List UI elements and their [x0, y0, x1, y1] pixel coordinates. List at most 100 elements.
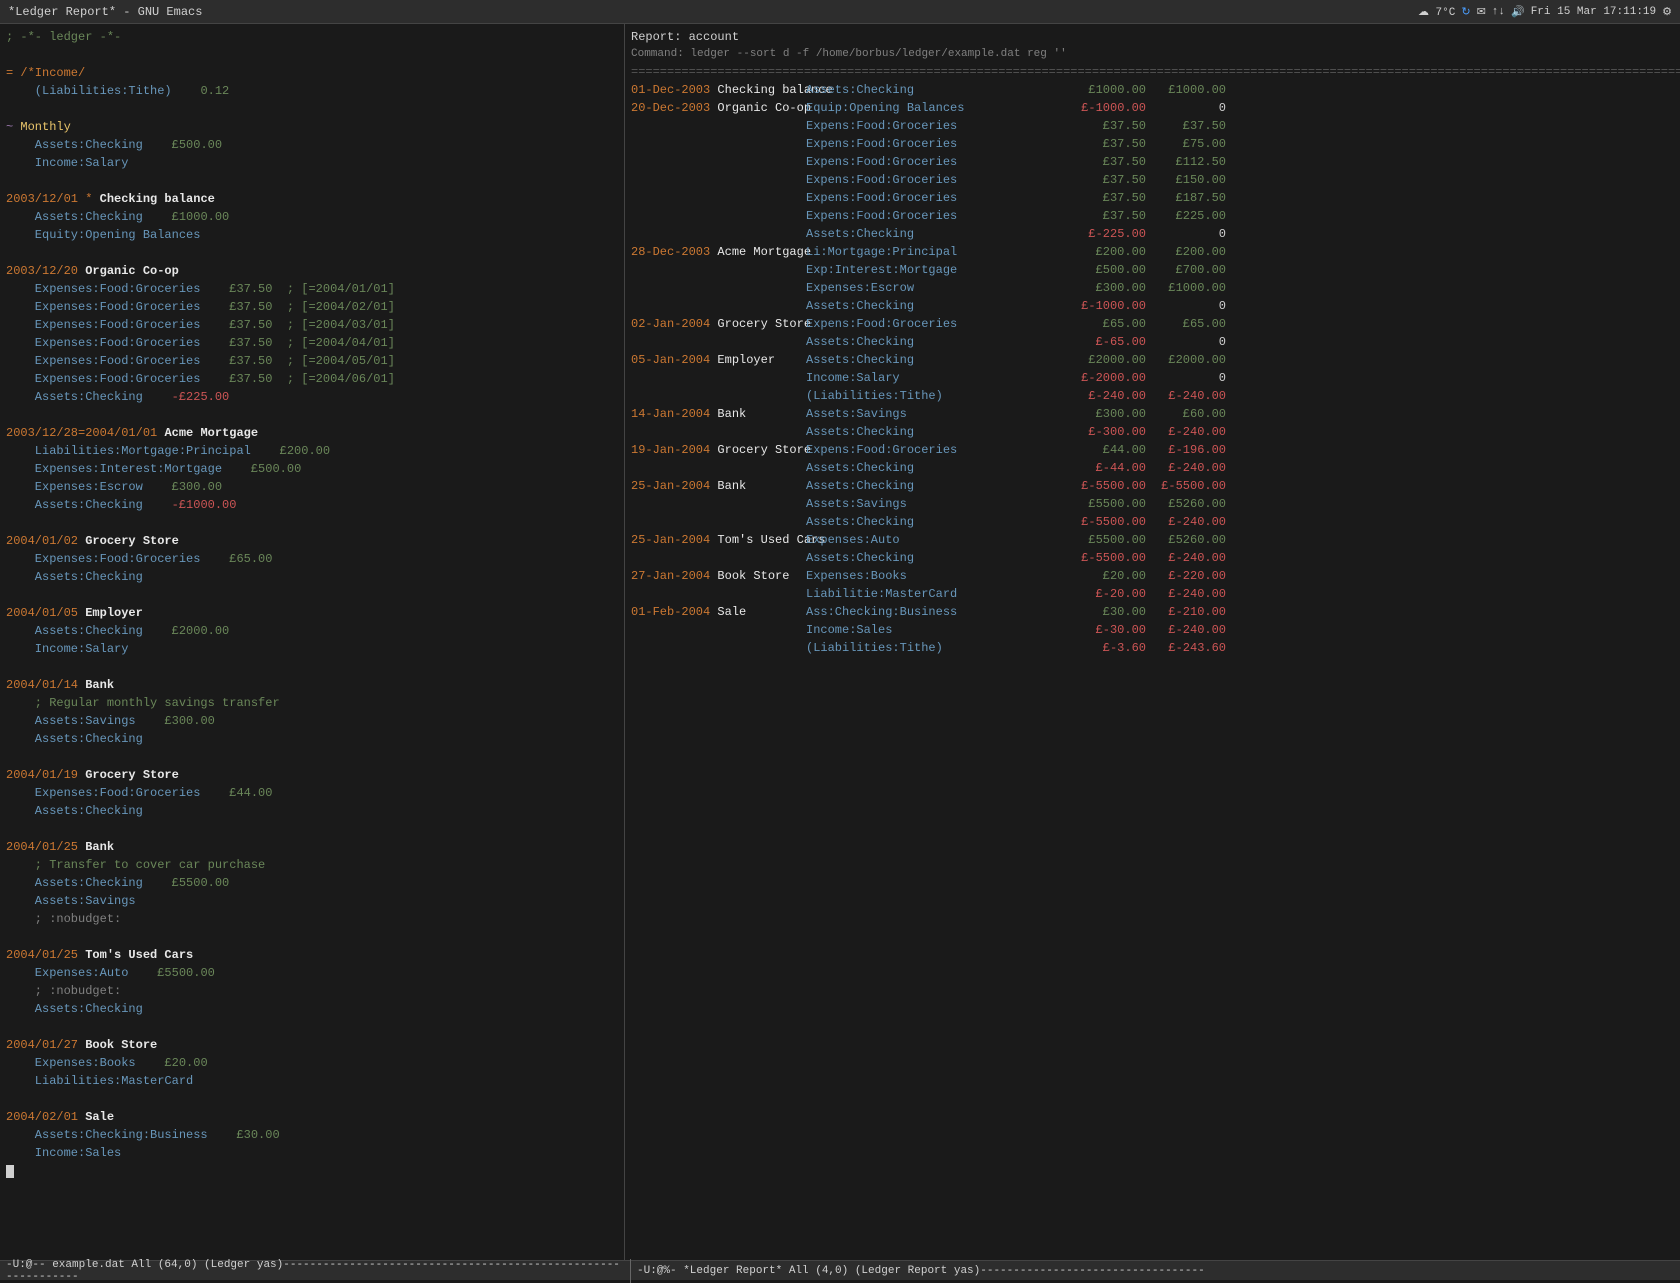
- left-line: 2004/01/27 Book Store: [6, 1036, 618, 1054]
- left-line: [6, 244, 618, 262]
- report-entry-row: Liabilitie:MasterCard£-20.00£-240.00: [631, 585, 1674, 603]
- left-line: [6, 748, 618, 766]
- left-line: Income:Sales: [6, 1144, 618, 1162]
- left-line: Assets:Checking -£225.00: [6, 388, 618, 406]
- left-line: Expenses:Food:Groceries £37.50 ; [=2004/…: [6, 352, 618, 370]
- left-line: Expenses:Interest:Mortgage £500.00: [6, 460, 618, 478]
- left-line: [6, 46, 618, 64]
- left-line: [6, 928, 618, 946]
- report-entry-row: Assets:Checking£-1000.000: [631, 297, 1674, 315]
- report-entry-row: 01-Dec-2003 Checking balanceAssets:Check…: [631, 81, 1674, 99]
- left-line: Assets:Checking £2000.00: [6, 622, 618, 640]
- left-line: 2004/02/01 Sale: [6, 1108, 618, 1126]
- left-line: ; :nobudget:: [6, 910, 618, 928]
- left-line: [6, 172, 618, 190]
- report-entry-row: 25-Jan-2004 Tom's Used CarsExpenses:Auto…: [631, 531, 1674, 549]
- left-line: ; :nobudget:: [6, 982, 618, 1000]
- left-line: Assets:Checking: [6, 568, 618, 586]
- left-line: Assets:Checking: [6, 1000, 618, 1018]
- left-line: Expenses:Food:Groceries £65.00: [6, 550, 618, 568]
- report-entry-row: 01-Feb-2004 SaleAss:Checking:Business£30…: [631, 603, 1674, 621]
- datetime: Fri 15 Mar 17:11:19: [1531, 6, 1656, 18]
- report-entry-row: Income:Sales£-30.00£-240.00: [631, 621, 1674, 639]
- left-line: 2003/12/20 Organic Co-op: [6, 262, 618, 280]
- report-entry-row: 05-Jan-2004 EmployerAssets:Checking£2000…: [631, 351, 1674, 369]
- report-entry-row: Expens:Food:Groceries£37.50£187.50: [631, 189, 1674, 207]
- report-entry-row: 02-Jan-2004 Grocery StoreExpens:Food:Gro…: [631, 315, 1674, 333]
- left-line: ; -*- ledger -*-: [6, 28, 618, 46]
- report-entry-row: 19-Jan-2004 Grocery StoreExpens:Food:Gro…: [631, 441, 1674, 459]
- left-line: Assets:Checking: [6, 802, 618, 820]
- left-line: (Liabilities:Tithe) 0.12: [6, 82, 618, 100]
- left-line: Assets:Checking -£1000.00: [6, 496, 618, 514]
- left-line: Expenses:Food:Groceries £37.50 ; [=2004/…: [6, 280, 618, 298]
- report-entry-row: 25-Jan-2004 BankAssets:Checking£-5500.00…: [631, 477, 1674, 495]
- left-line: 2004/01/05 Employer: [6, 604, 618, 622]
- settings-icon[interactable]: ⚙: [1662, 5, 1672, 19]
- report-entry-row: (Liabilities:Tithe)£-240.00£-240.00: [631, 387, 1674, 405]
- report-entry-row: 14-Jan-2004 BankAssets:Savings£300.00£60…: [631, 405, 1674, 423]
- left-line: ; Transfer to cover car purchase: [6, 856, 618, 874]
- left-line: 2004/01/02 Grocery Store: [6, 532, 618, 550]
- left-line: [6, 514, 618, 532]
- report-entry-row: Expenses:Escrow£300.00£1000.00: [631, 279, 1674, 297]
- left-line: [6, 406, 618, 424]
- left-line: [6, 820, 618, 838]
- right-pane[interactable]: Report: accountCommand: ledger --sort d …: [625, 24, 1680, 1260]
- left-line: Expenses:Escrow £300.00: [6, 478, 618, 496]
- left-line: = /*Income/: [6, 64, 618, 82]
- status-right: -U:@%- *Ledger Report* All (4,0) (Ledger…: [631, 1265, 1674, 1277]
- left-line: Assets:Savings £300.00: [6, 712, 618, 730]
- left-line: 2003/12/28=2004/01/01 Acme Mortgage: [6, 424, 618, 442]
- report-entry-row: Assets:Checking£-225.000: [631, 225, 1674, 243]
- refresh-icon[interactable]: ↻: [1461, 5, 1470, 19]
- left-line: Expenses:Food:Groceries £37.50 ; [=2004/…: [6, 316, 618, 334]
- left-line: Assets:Savings: [6, 892, 618, 910]
- main-area: ; -*- ledger -*- = /*Income/ (Liabilitie…: [0, 24, 1680, 1260]
- report-entry-row: (Liabilities:Tithe)£-3.60£-243.60: [631, 639, 1674, 657]
- report-entry-row: Expens:Food:Groceries£37.50£37.50: [631, 117, 1674, 135]
- left-line: 2004/01/19 Grocery Store: [6, 766, 618, 784]
- left-line: Equity:Opening Balances: [6, 226, 618, 244]
- left-line: [6, 1018, 618, 1036]
- left-line: 2004/01/25 Bank: [6, 838, 618, 856]
- report-header: Report: account: [631, 28, 1674, 46]
- left-line: Expenses:Food:Groceries £37.50 ; [=2004/…: [6, 334, 618, 352]
- report-entry-row: 28-Dec-2003 Acme MortgageLi:Mortgage:Pri…: [631, 243, 1674, 261]
- report-entry-row: Expens:Food:Groceries£37.50£225.00: [631, 207, 1674, 225]
- report-entry-row: Income:Salary£-2000.000: [631, 369, 1674, 387]
- left-line: Income:Salary: [6, 154, 618, 172]
- window-title: *Ledger Report* - GNU Emacs: [8, 5, 202, 19]
- status-left: -U:@-- example.dat All (64,0) (Ledger ya…: [6, 1259, 631, 1283]
- report-entry-row: 20-Dec-2003 Organic Co-opEquip:Opening B…: [631, 99, 1674, 117]
- report-divider: ========================================…: [631, 63, 1674, 81]
- left-line: ~ Monthly: [6, 118, 618, 136]
- left-line: Liabilities:Mortgage:Principal £200.00: [6, 442, 618, 460]
- left-line: Expenses:Books £20.00: [6, 1054, 618, 1072]
- system-info: ☁ 7°C ↻ ✉ ↑↓ 🔊 Fri 15 Mar 17:11:19 ⚙: [1418, 5, 1672, 19]
- left-line: Liabilities:MasterCard: [6, 1072, 618, 1090]
- report-entry-row: Expens:Food:Groceries£37.50£75.00: [631, 135, 1674, 153]
- report-entry-row: Exp:Interest:Mortgage£500.00£700.00: [631, 261, 1674, 279]
- report-entry-row: Expens:Food:Groceries£37.50£150.00: [631, 171, 1674, 189]
- left-line: Expenses:Auto £5500.00: [6, 964, 618, 982]
- weather: ☁ 7°C: [1418, 5, 1455, 19]
- report-entry-row: Assets:Checking£-44.00£-240.00: [631, 459, 1674, 477]
- volume-icon: 🔊: [1511, 5, 1525, 19]
- report-entry-row: Assets:Savings£5500.00£5260.00: [631, 495, 1674, 513]
- left-line: [6, 1090, 618, 1108]
- left-line: [6, 1162, 618, 1180]
- left-line: Expenses:Food:Groceries £44.00: [6, 784, 618, 802]
- left-pane[interactable]: ; -*- ledger -*- = /*Income/ (Liabilitie…: [0, 24, 625, 1260]
- left-line: Assets:Checking £500.00: [6, 136, 618, 154]
- left-line: Assets:Checking: [6, 730, 618, 748]
- report-entry-row: Assets:Checking£-65.000: [631, 333, 1674, 351]
- mail-icon[interactable]: ✉: [1477, 5, 1486, 19]
- left-line: Expenses:Food:Groceries £37.50 ; [=2004/…: [6, 298, 618, 316]
- report-entry-row: Expens:Food:Groceries£37.50£112.50: [631, 153, 1674, 171]
- report-entry-row: 27-Jan-2004 Book StoreExpenses:Books£20.…: [631, 567, 1674, 585]
- left-line: [6, 658, 618, 676]
- left-line: Assets:Checking:Business £30.00: [6, 1126, 618, 1144]
- report-entry-row: Assets:Checking£-5500.00£-240.00: [631, 549, 1674, 567]
- left-line: 2004/01/14 Bank: [6, 676, 618, 694]
